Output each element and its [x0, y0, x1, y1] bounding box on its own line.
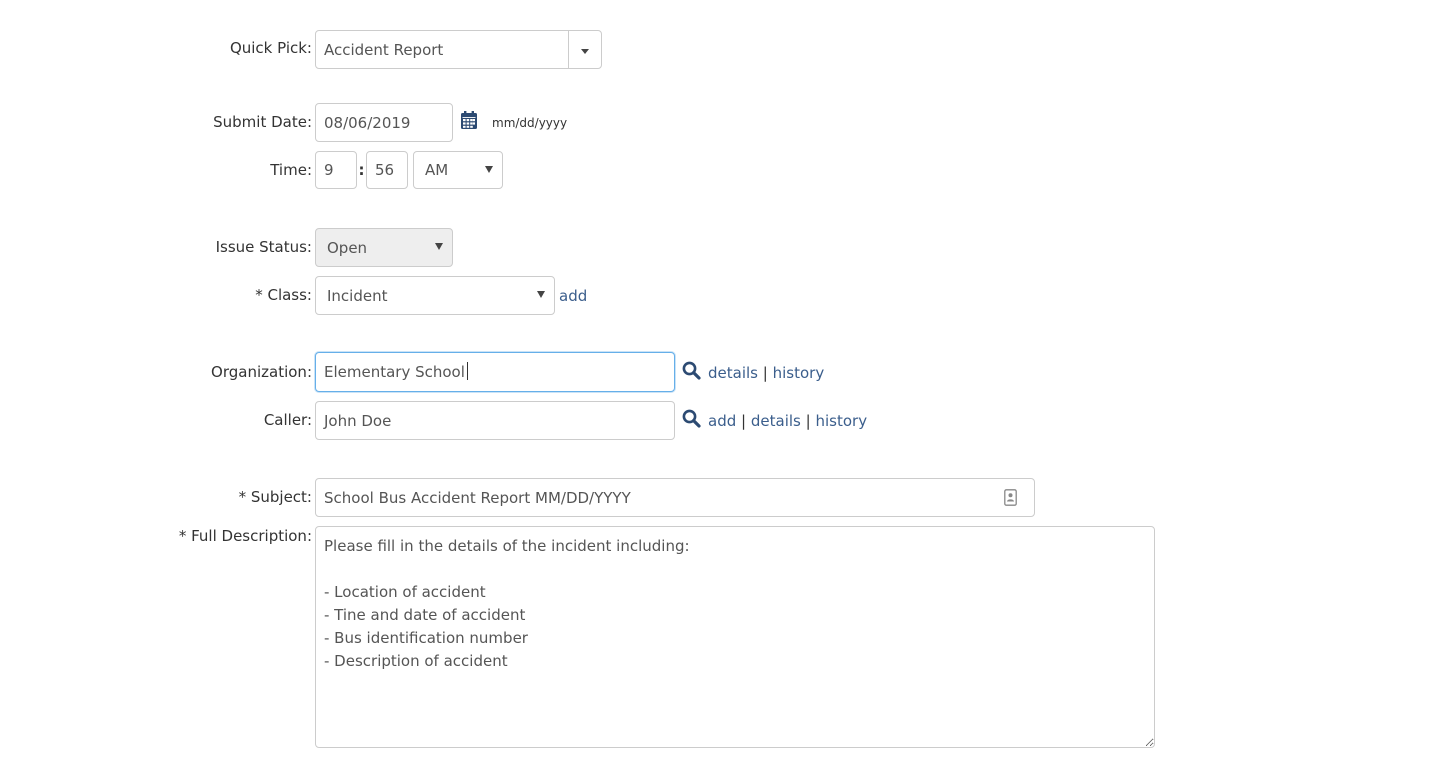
caller-input[interactable]: John Doe	[315, 401, 675, 440]
class-add-link[interactable]: add	[559, 286, 587, 306]
subject-value: School Bus Accident Report MM/DD/YYYY	[324, 488, 631, 507]
issue-status-select[interactable]: Open	[315, 228, 453, 267]
organization-details-link[interactable]: details	[708, 364, 758, 382]
chevron-down-icon	[435, 243, 443, 250]
organization-input[interactable]: Elementary School	[315, 352, 675, 392]
search-icon[interactable]	[682, 409, 701, 428]
subject-label: * Subject:	[238, 488, 312, 506]
quick-pick-combobox[interactable]: Accident Report	[315, 30, 602, 69]
time-hour-value: 9	[324, 161, 334, 179]
time-ampm-value: AM	[425, 161, 449, 179]
class-label: * Class:	[255, 286, 312, 304]
calendar-icon[interactable]	[460, 111, 478, 130]
class-select[interactable]: Incident	[315, 276, 555, 315]
issue-status-value: Open	[327, 238, 368, 257]
caller-links: add | details | history	[708, 411, 867, 431]
time-label: Time:	[270, 161, 312, 179]
time-hour-input[interactable]: 9	[315, 151, 357, 189]
organization-label: Organization:	[211, 363, 312, 381]
subject-input[interactable]: School Bus Accident Report MM/DD/YYYY	[315, 478, 1035, 517]
organization-links: details | history	[708, 363, 824, 383]
quick-pick-dropdown-button[interactable]	[569, 31, 601, 68]
quick-pick-value: Accident Report	[324, 40, 444, 59]
submit-date-label: Submit Date:	[213, 113, 312, 131]
submit-date-input[interactable]: 08/06/2019	[315, 103, 453, 142]
time-separator: :	[358, 161, 365, 179]
link-separator: |	[762, 364, 768, 382]
full-description-label: * Full Description:	[178, 527, 312, 545]
chevron-down-icon	[537, 291, 545, 298]
issue-status-label: Issue Status:	[215, 238, 312, 256]
chevron-down-icon	[485, 166, 493, 173]
caller-add-link[interactable]: add	[708, 412, 736, 430]
caller-value: John Doe	[324, 411, 392, 430]
time-minute-value: 56	[375, 161, 395, 179]
caller-history-link[interactable]: history	[815, 412, 867, 430]
contact-card-icon[interactable]	[1004, 489, 1017, 506]
organization-value: Elementary School	[324, 362, 468, 382]
date-format-hint: mm/dd/yyyy	[492, 116, 568, 130]
link-separator: |	[805, 412, 811, 430]
full-description-textarea[interactable]: Please fill in the details of the incide…	[315, 526, 1155, 748]
time-ampm-select[interactable]: AM	[413, 151, 503, 189]
class-value: Incident	[327, 286, 388, 305]
organization-history-link[interactable]: history	[773, 364, 825, 382]
chevron-down-icon	[581, 49, 589, 54]
caller-details-link[interactable]: details	[751, 412, 801, 430]
link-separator: |	[741, 412, 747, 430]
search-icon[interactable]	[682, 361, 701, 380]
text-cursor	[466, 362, 468, 380]
time-minute-input[interactable]: 56	[366, 151, 408, 189]
submit-date-value: 08/06/2019	[324, 113, 411, 132]
quick-pick-label: Quick Pick:	[229, 39, 312, 57]
caller-label: Caller:	[263, 411, 312, 429]
